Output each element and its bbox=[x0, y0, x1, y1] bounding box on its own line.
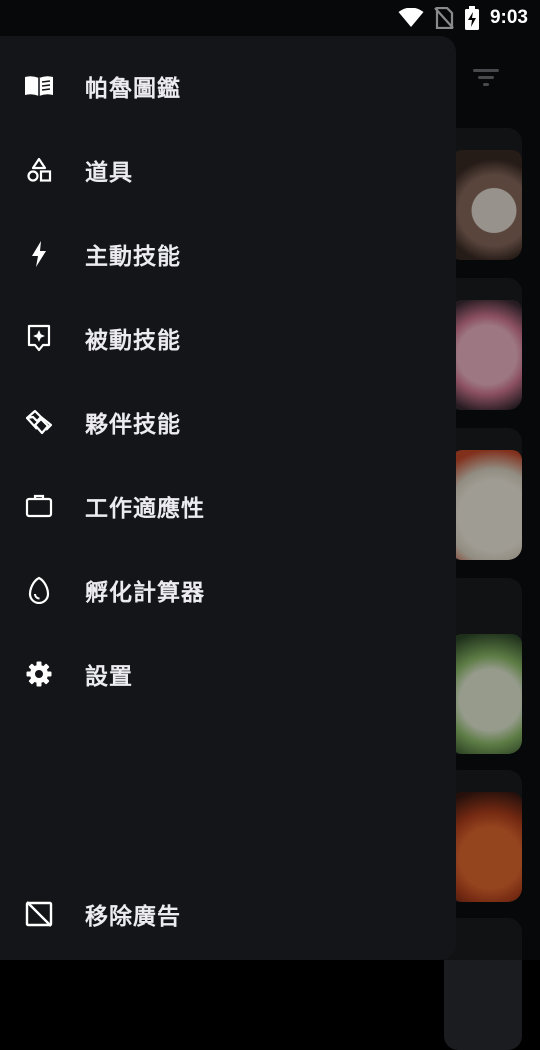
drawer-item-work-suitability[interactable]: 工作適應性 bbox=[0, 466, 456, 546]
egg-icon bbox=[23, 574, 55, 606]
drawer-item-label: 夥伴技能 bbox=[85, 412, 181, 438]
book-icon bbox=[23, 70, 55, 102]
navigation-drawer: 帕魯圖鑑 道具 主動技能 被動技能 夥伴技能 工作適應性 孵化計算器 設置 移除… bbox=[0, 36, 456, 960]
drawer-item-pal-dex[interactable]: 帕魯圖鑑 bbox=[0, 46, 456, 126]
drawer-item-remove-ads[interactable]: 移除廣告 bbox=[0, 874, 456, 954]
no-sim-icon bbox=[434, 7, 454, 29]
drawer-item-items[interactable]: 道具 bbox=[0, 130, 456, 210]
sparkle-box-icon bbox=[23, 322, 55, 354]
status-bar: 9:03 bbox=[0, 0, 540, 36]
ad-off-icon bbox=[23, 898, 55, 930]
drawer-item-label: 被動技能 bbox=[85, 328, 181, 354]
drawer-item-partner-skills[interactable]: 夥伴技能 bbox=[0, 382, 456, 462]
drawer-item-active-skills[interactable]: 主動技能 bbox=[0, 214, 456, 294]
battery-charging-icon bbox=[464, 6, 479, 30]
drawer-item-settings[interactable]: 設置 bbox=[0, 634, 456, 714]
wifi-icon bbox=[398, 8, 424, 27]
drawer-item-label: 孵化計算器 bbox=[85, 580, 205, 606]
handshake-icon bbox=[23, 406, 55, 438]
status-time: 9:03 bbox=[489, 7, 528, 28]
drawer-item-breeding-calculator[interactable]: 孵化計算器 bbox=[0, 550, 456, 630]
bolt-icon bbox=[23, 238, 55, 270]
briefcase-icon bbox=[23, 490, 55, 522]
drawer-item-label: 帕魯圖鑑 bbox=[85, 76, 181, 102]
gear-icon bbox=[23, 658, 55, 690]
drawer-item-label: 移除廣告 bbox=[85, 904, 181, 930]
drawer-item-passive-skills[interactable]: 被動技能 bbox=[0, 298, 456, 378]
drawer-item-label: 主動技能 bbox=[85, 244, 181, 270]
shapes-icon bbox=[23, 154, 55, 186]
drawer-item-label: 工作適應性 bbox=[85, 496, 205, 522]
drawer-item-label: 道具 bbox=[85, 160, 133, 186]
drawer-item-label: 設置 bbox=[85, 664, 133, 690]
